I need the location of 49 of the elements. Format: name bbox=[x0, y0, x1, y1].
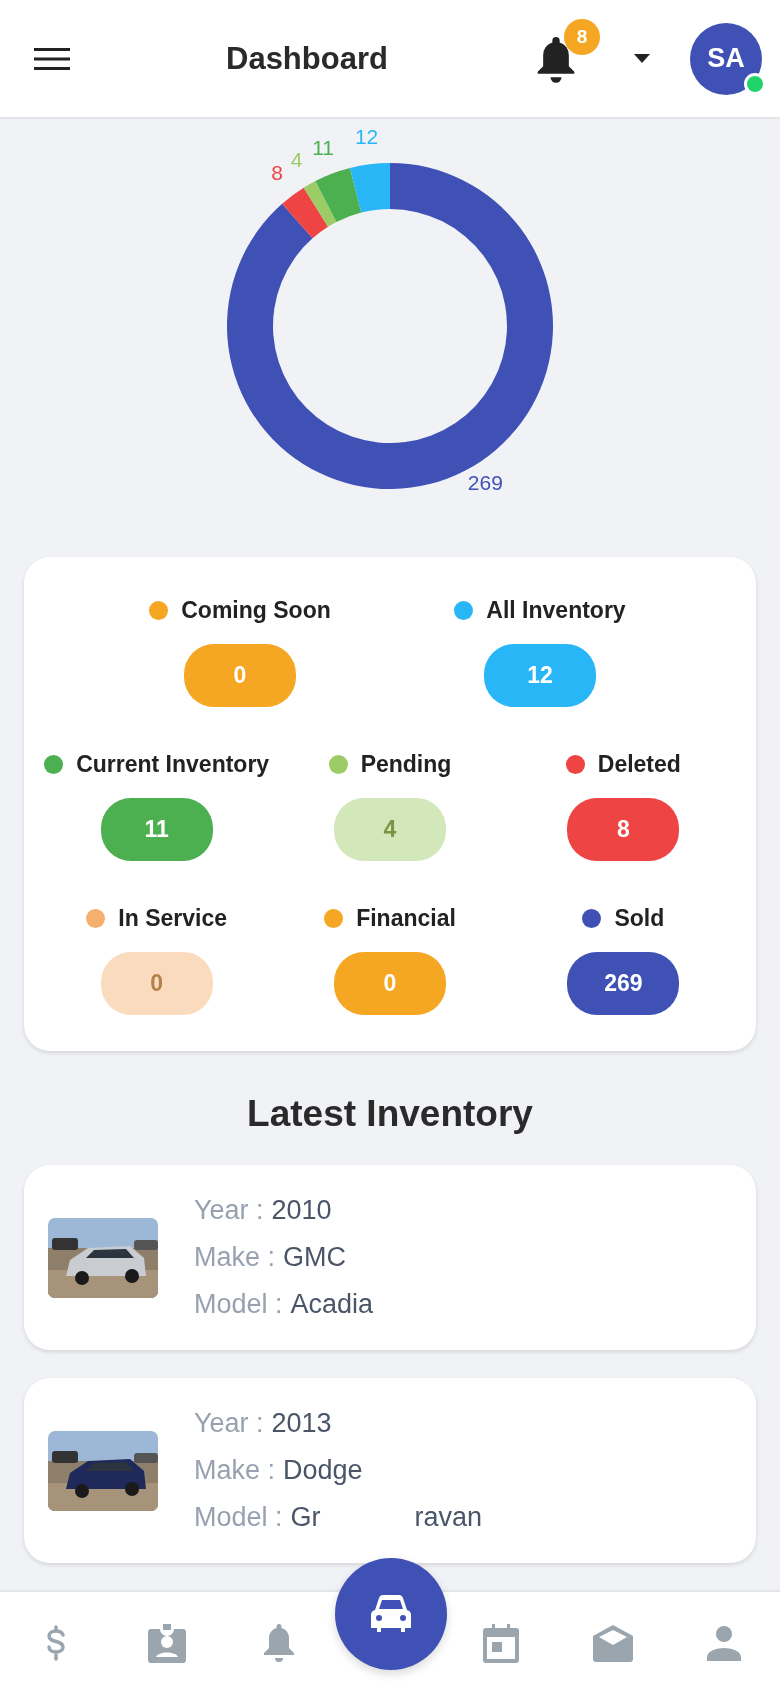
section-title: Latest Inventory bbox=[247, 1093, 533, 1135]
car-icon bbox=[369, 1594, 413, 1634]
field-label: Year : bbox=[194, 1408, 264, 1439]
dollar-icon[interactable] bbox=[44, 1625, 67, 1661]
menu-icon[interactable] bbox=[34, 46, 70, 71]
status-label: Coming Soon bbox=[181, 597, 331, 624]
status-label: Sold bbox=[614, 905, 665, 932]
caret-icon[interactable] bbox=[633, 54, 650, 63]
field-value: 2013 bbox=[271, 1408, 332, 1439]
count-pill[interactable]: 269 bbox=[567, 952, 680, 1015]
count-pill[interactable]: 0 bbox=[184, 644, 296, 707]
status-label: Deleted bbox=[597, 751, 681, 778]
field-value: Dodge bbox=[283, 1455, 363, 1486]
page-title: Dashboard bbox=[226, 40, 388, 77]
count-pill[interactable]: 11 bbox=[100, 798, 213, 861]
field-label: Year : bbox=[194, 1195, 264, 1226]
slice-label: 8 bbox=[271, 161, 283, 185]
slice-label: 4 bbox=[290, 148, 303, 172]
count-pill[interactable]: 12 bbox=[484, 644, 596, 707]
open-envelope-icon[interactable] bbox=[592, 1624, 633, 1662]
slice-label: 11 bbox=[312, 135, 335, 159]
person-icon[interactable] bbox=[707, 1625, 742, 1661]
field-value: 2010 bbox=[271, 1195, 332, 1226]
field-value: ravan bbox=[414, 1502, 483, 1533]
field-label: Make : bbox=[194, 1455, 276, 1486]
status-label: Pending bbox=[360, 751, 452, 778]
inventory-card[interactable]: Year : 2010 Make : GMC Model : Acadia bbox=[24, 1165, 756, 1350]
status-label: Current Inventory bbox=[76, 751, 270, 778]
field-label: Model : bbox=[194, 1289, 283, 1320]
inventory-card[interactable]: Year : 2013 Make : Dodge Model : Gr ravan bbox=[24, 1378, 756, 1563]
field-value: Gr bbox=[290, 1502, 321, 1533]
count-pill[interactable]: 4 bbox=[334, 798, 446, 861]
status-label: Financial bbox=[356, 905, 456, 932]
car-button[interactable] bbox=[335, 1558, 447, 1670]
status-label: All Inventory bbox=[486, 597, 626, 624]
status-label: In Service bbox=[118, 905, 227, 932]
slice-label: 12 bbox=[354, 125, 379, 148]
count-pill[interactable]: 8 bbox=[567, 798, 680, 861]
id-badge-icon[interactable] bbox=[148, 1623, 187, 1663]
slice-label: 269 bbox=[467, 471, 503, 495]
count-pill[interactable]: 0 bbox=[334, 952, 446, 1015]
notification-badge: 8 bbox=[563, 18, 600, 55]
avatar[interactable]: SA bbox=[689, 22, 762, 95]
field-value: Acadia bbox=[290, 1289, 374, 1320]
calendar-icon[interactable] bbox=[483, 1623, 520, 1663]
count-pill[interactable]: 0 bbox=[100, 952, 213, 1015]
field-value: GMC bbox=[283, 1242, 347, 1273]
field-label: Make : bbox=[194, 1242, 276, 1273]
field-label: Model : bbox=[194, 1502, 283, 1533]
